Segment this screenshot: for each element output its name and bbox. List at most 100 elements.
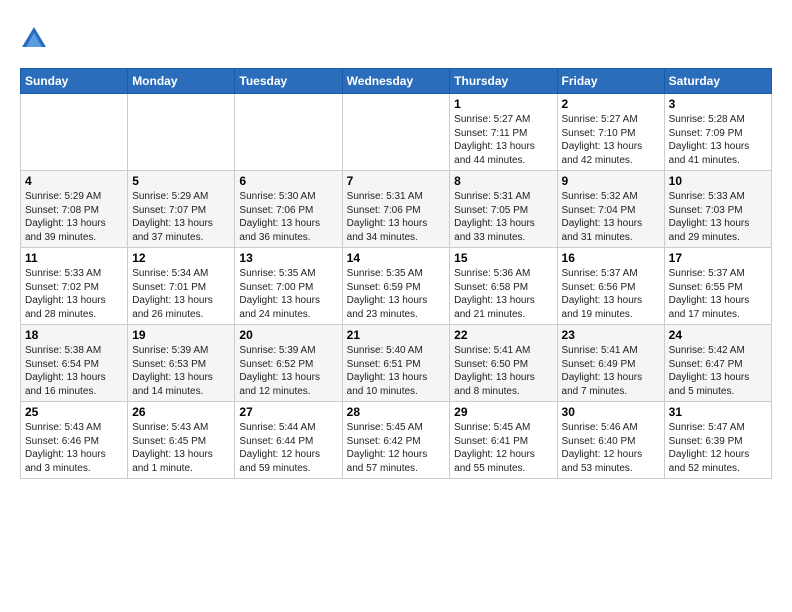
day-number: 1 <box>454 97 552 111</box>
day-number: 29 <box>454 405 552 419</box>
day-number: 31 <box>669 405 767 419</box>
day-cell: 25 Sunrise: 5:43 AM Sunset: 6:46 PM Dayli… <box>21 402 128 479</box>
header <box>20 20 772 53</box>
day-cell: 14Sunrise: 5:35 AM Sunset: 6:59 PM Dayli… <box>342 248 450 325</box>
day-cell: 12 Sunrise: 5:34 AM Sunset: 7:01 PM Dayli… <box>128 248 235 325</box>
day-info: Sunrise: 5:31 AM Sunset: 7:05 PM Dayligh… <box>454 190 552 244</box>
day-number: 13 <box>239 251 337 265</box>
day-info: Sunrise: 5:41 AM Sunset: 6:50 PM Dayligh… <box>454 344 552 398</box>
calendar-header: SundayMondayTuesdayWednesdayThursdayFrid… <box>21 69 772 94</box>
day-cell: 23 Sunrise: 5:41 AM Sunset: 6:49 PM Dayli… <box>557 325 664 402</box>
week-row-1: 4 Sunrise: 5:29 AM Sunset: 7:08 PM Daylig… <box>21 171 772 248</box>
day-cell: 30 Sunrise: 5:46 AM Sunset: 6:40 PM Dayli… <box>557 402 664 479</box>
day-info: Sunrise: 5:45 AM Sunset: 6:41 PM Dayligh… <box>454 421 552 475</box>
weekday-header-row: SundayMondayTuesdayWednesdayThursdayFrid… <box>21 69 772 94</box>
day-info: Sunrise: 5:29 AM Sunset: 7:07 PM Dayligh… <box>132 190 230 244</box>
day-cell: 24 Sunrise: 5:42 AM Sunset: 6:47 PM Dayli… <box>664 325 771 402</box>
day-info: Sunrise: 5:40 AM Sunset: 6:51 PM Dayligh… <box>347 344 446 398</box>
day-cell: 10 Sunrise: 5:33 AM Sunset: 7:03 PM Dayli… <box>664 171 771 248</box>
page: SundayMondayTuesdayWednesdayThursdayFrid… <box>0 0 792 494</box>
day-cell: 15 Sunrise: 5:36 AM Sunset: 6:58 PM Dayli… <box>450 248 557 325</box>
day-number: 19 <box>132 328 230 342</box>
calendar-table: SundayMondayTuesdayWednesdayThursdayFrid… <box>20 68 772 479</box>
day-cell: 27 Sunrise: 5:44 AM Sunset: 6:44 PM Dayli… <box>235 402 342 479</box>
day-cell <box>235 94 342 171</box>
day-info: Sunrise: 5:33 AM Sunset: 7:03 PM Dayligh… <box>669 190 767 244</box>
weekday-header-wednesday: Wednesday <box>342 69 450 94</box>
day-info: Sunrise: 5:43 AM Sunset: 6:46 PM Dayligh… <box>25 421 123 475</box>
day-info: Sunrise: 5:45 AM Sunset: 6:42 PM Dayligh… <box>347 421 446 475</box>
day-cell: 4 Sunrise: 5:29 AM Sunset: 7:08 PM Daylig… <box>21 171 128 248</box>
day-number: 2 <box>562 97 660 111</box>
day-info: Sunrise: 5:35 AM Sunset: 7:00 PM Dayligh… <box>239 267 337 321</box>
logo <box>20 25 52 53</box>
day-cell <box>342 94 450 171</box>
calendar-body: 1 Sunrise: 5:27 AM Sunset: 7:11 PM Daylig… <box>21 94 772 479</box>
day-number: 22 <box>454 328 552 342</box>
day-cell: 16 Sunrise: 5:37 AM Sunset: 6:56 PM Dayli… <box>557 248 664 325</box>
day-info: Sunrise: 5:27 AM Sunset: 7:10 PM Dayligh… <box>562 113 660 167</box>
day-number: 15 <box>454 251 552 265</box>
day-info: Sunrise: 5:32 AM Sunset: 7:04 PM Dayligh… <box>562 190 660 244</box>
day-number: 8 <box>454 174 552 188</box>
day-cell: 6 Sunrise: 5:30 AM Sunset: 7:06 PM Daylig… <box>235 171 342 248</box>
day-info: Sunrise: 5:36 AM Sunset: 6:58 PM Dayligh… <box>454 267 552 321</box>
day-info: Sunrise: 5:37 AM Sunset: 6:56 PM Dayligh… <box>562 267 660 321</box>
day-cell: 13 Sunrise: 5:35 AM Sunset: 7:00 PM Dayli… <box>235 248 342 325</box>
day-info: Sunrise: 5:39 AM Sunset: 6:53 PM Dayligh… <box>132 344 230 398</box>
day-number: 28 <box>347 405 446 419</box>
day-info: Sunrise: 5:47 AM Sunset: 6:39 PM Dayligh… <box>669 421 767 475</box>
day-info: Sunrise: 5:41 AM Sunset: 6:49 PM Dayligh… <box>562 344 660 398</box>
day-cell: 11 Sunrise: 5:33 AM Sunset: 7:02 PM Dayli… <box>21 248 128 325</box>
day-number: 21 <box>347 328 446 342</box>
day-cell: 9 Sunrise: 5:32 AM Sunset: 7:04 PM Daylig… <box>557 171 664 248</box>
logo-icon <box>20 25 48 53</box>
day-cell: 7Sunrise: 5:31 AM Sunset: 7:06 PM Daylig… <box>342 171 450 248</box>
day-number: 10 <box>669 174 767 188</box>
day-number: 24 <box>669 328 767 342</box>
day-info: Sunrise: 5:27 AM Sunset: 7:11 PM Dayligh… <box>454 113 552 167</box>
day-info: Sunrise: 5:29 AM Sunset: 7:08 PM Dayligh… <box>25 190 123 244</box>
weekday-header-tuesday: Tuesday <box>235 69 342 94</box>
day-info: Sunrise: 5:38 AM Sunset: 6:54 PM Dayligh… <box>25 344 123 398</box>
day-info: Sunrise: 5:37 AM Sunset: 6:55 PM Dayligh… <box>669 267 767 321</box>
week-row-3: 18 Sunrise: 5:38 AM Sunset: 6:54 PM Dayli… <box>21 325 772 402</box>
day-number: 4 <box>25 174 123 188</box>
day-number: 30 <box>562 405 660 419</box>
day-number: 9 <box>562 174 660 188</box>
day-cell: 3Sunrise: 5:28 AM Sunset: 7:09 PM Daylig… <box>664 94 771 171</box>
week-row-4: 25 Sunrise: 5:43 AM Sunset: 6:46 PM Dayli… <box>21 402 772 479</box>
day-number: 3 <box>669 97 767 111</box>
weekday-header-friday: Friday <box>557 69 664 94</box>
day-number: 12 <box>132 251 230 265</box>
day-cell: 1 Sunrise: 5:27 AM Sunset: 7:11 PM Daylig… <box>450 94 557 171</box>
day-cell: 2 Sunrise: 5:27 AM Sunset: 7:10 PM Daylig… <box>557 94 664 171</box>
day-info: Sunrise: 5:42 AM Sunset: 6:47 PM Dayligh… <box>669 344 767 398</box>
day-number: 18 <box>25 328 123 342</box>
day-info: Sunrise: 5:33 AM Sunset: 7:02 PM Dayligh… <box>25 267 123 321</box>
day-number: 25 <box>25 405 123 419</box>
day-info: Sunrise: 5:46 AM Sunset: 6:40 PM Dayligh… <box>562 421 660 475</box>
day-number: 17 <box>669 251 767 265</box>
week-row-0: 1 Sunrise: 5:27 AM Sunset: 7:11 PM Daylig… <box>21 94 772 171</box>
day-number: 27 <box>239 405 337 419</box>
day-cell: 8 Sunrise: 5:31 AM Sunset: 7:05 PM Daylig… <box>450 171 557 248</box>
day-number: 16 <box>562 251 660 265</box>
day-info: Sunrise: 5:31 AM Sunset: 7:06 PM Dayligh… <box>347 190 446 244</box>
day-number: 5 <box>132 174 230 188</box>
day-info: Sunrise: 5:44 AM Sunset: 6:44 PM Dayligh… <box>239 421 337 475</box>
day-info: Sunrise: 5:43 AM Sunset: 6:45 PM Dayligh… <box>132 421 230 475</box>
day-info: Sunrise: 5:35 AM Sunset: 6:59 PM Dayligh… <box>347 267 446 321</box>
day-number: 23 <box>562 328 660 342</box>
day-info: Sunrise: 5:34 AM Sunset: 7:01 PM Dayligh… <box>132 267 230 321</box>
day-number: 6 <box>239 174 337 188</box>
day-cell <box>128 94 235 171</box>
weekday-header-sunday: Sunday <box>21 69 128 94</box>
day-cell: 20Sunrise: 5:39 AM Sunset: 6:52 PM Dayli… <box>235 325 342 402</box>
day-number: 20 <box>239 328 337 342</box>
day-info: Sunrise: 5:30 AM Sunset: 7:06 PM Dayligh… <box>239 190 337 244</box>
day-cell: 28 Sunrise: 5:45 AM Sunset: 6:42 PM Dayli… <box>342 402 450 479</box>
day-number: 26 <box>132 405 230 419</box>
day-number: 11 <box>25 251 123 265</box>
day-cell <box>21 94 128 171</box>
